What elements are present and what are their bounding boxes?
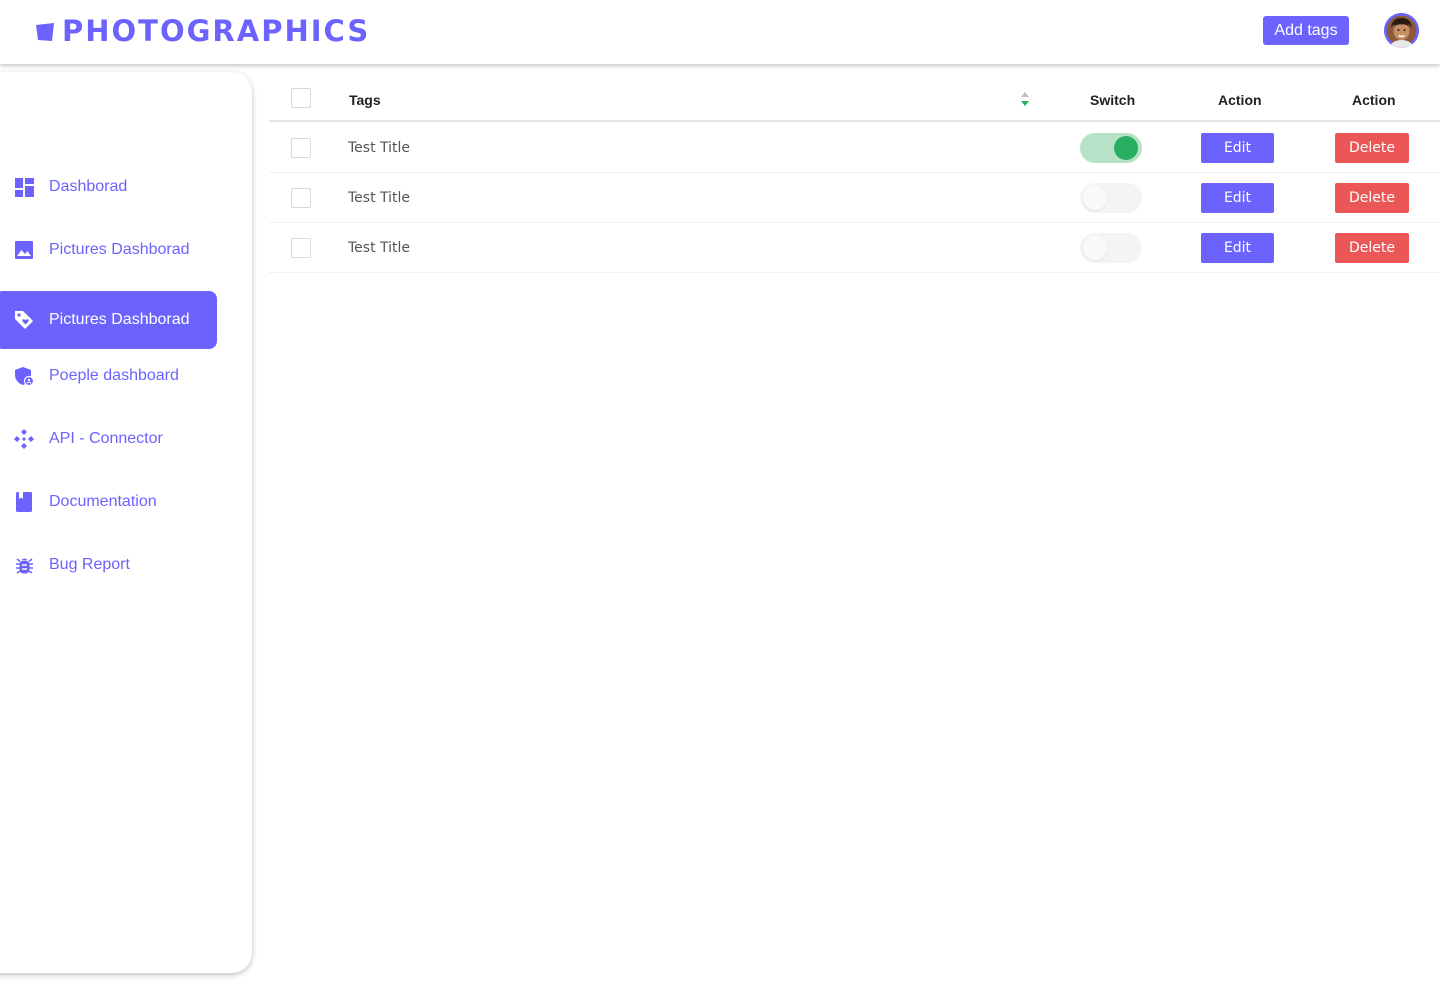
top-bar: PHOTOGRAPHICS Add tags [0, 0, 1440, 64]
brand-logo[interactable]: PHOTOGRAPHICS [35, 14, 370, 48]
sidebar-item-dashboard[interactable]: Dashborad [0, 158, 217, 216]
column-header-switch: Switch [1090, 92, 1136, 108]
switch-knob [1114, 136, 1138, 160]
row-toggle-switch[interactable] [1080, 133, 1142, 163]
sidebar-item-tags-dashboard[interactable]: Pictures Dashborad [0, 291, 217, 349]
sidebar-item-label: Bug Report [49, 556, 130, 573]
column-header-action-delete: Action [1352, 92, 1396, 108]
table-row: Test Title Edit Delete [269, 173, 1440, 223]
user-avatar[interactable] [1384, 13, 1419, 48]
sidebar-item-pictures-dashboard[interactable]: Pictures Dashborad [0, 221, 217, 279]
tag-icon [14, 310, 34, 330]
delete-button[interactable]: Delete [1335, 233, 1409, 263]
row-toggle-switch[interactable] [1080, 233, 1142, 263]
bug-icon [14, 555, 34, 575]
switch-knob [1083, 236, 1107, 260]
sidebar-item-bug-report[interactable]: Bug Report [0, 536, 217, 594]
edit-button[interactable]: Edit [1201, 183, 1274, 213]
delete-button[interactable]: Delete [1335, 133, 1409, 163]
sidebar-item-label: Dashborad [49, 178, 128, 195]
sidebar-item-api-connector[interactable]: API - Connector [0, 410, 217, 468]
image-icon [14, 240, 34, 260]
column-header-action-edit: Action [1218, 92, 1262, 108]
edit-button[interactable]: Edit [1201, 233, 1274, 263]
select-all-checkbox[interactable] [291, 88, 311, 108]
sidebar-item-label: Documentation [49, 493, 157, 510]
book-icon [14, 492, 34, 512]
shield-user-icon [14, 366, 34, 386]
sidebar: Dashborad Pictures Dashborad Pictures Da… [0, 72, 252, 973]
switch-knob [1083, 186, 1107, 210]
row-checkbox[interactable] [291, 188, 311, 208]
add-tags-button[interactable]: Add tags [1263, 16, 1349, 45]
row-tag-title: Test Title [348, 240, 411, 256]
row-checkbox[interactable] [291, 138, 311, 158]
sidebar-item-documentation[interactable]: Documentation [0, 473, 217, 531]
table-row: Test Title Edit Delete [269, 123, 1440, 173]
connector-icon [14, 429, 34, 449]
brand-name: PHOTOGRAPHICS [62, 14, 371, 48]
row-toggle-switch[interactable] [1080, 183, 1142, 213]
sort-icon[interactable] [1020, 91, 1030, 107]
table-header-row: Tags Switch Action Action [269, 78, 1440, 122]
row-tag-title: Test Title [348, 140, 411, 156]
column-header-tags: Tags [349, 92, 381, 108]
sidebar-item-label: Pictures Dashborad [49, 311, 190, 328]
sidebar-item-people-dashboard[interactable]: Poeple dashboard [0, 347, 217, 405]
edit-button[interactable]: Edit [1201, 133, 1274, 163]
sidebar-item-label: API - Connector [49, 430, 163, 447]
sidebar-item-label: Pictures Dashborad [49, 241, 190, 258]
row-checkbox[interactable] [291, 238, 311, 258]
sidebar-item-label: Poeple dashboard [49, 367, 179, 384]
row-tag-title: Test Title [348, 190, 411, 206]
table-row: Test Title Edit Delete [269, 223, 1440, 273]
logo-mark-icon [36, 23, 54, 41]
delete-button[interactable]: Delete [1335, 183, 1409, 213]
dashboard-icon [14, 177, 34, 197]
avatar-portrait-icon [1384, 13, 1419, 48]
